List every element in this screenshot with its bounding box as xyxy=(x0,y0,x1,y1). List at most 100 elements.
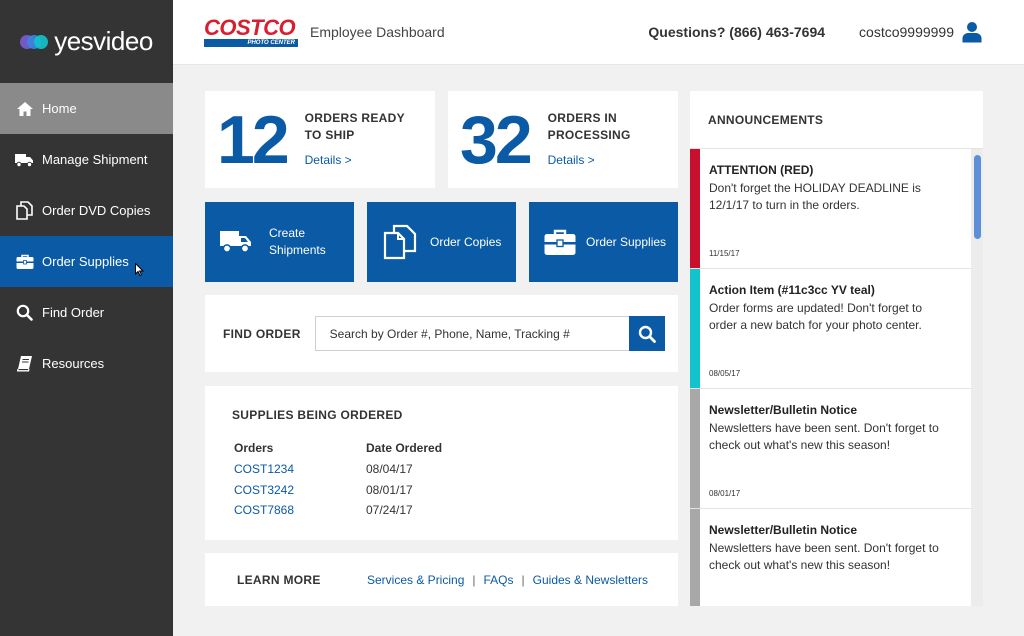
order-link[interactable]: COST7868 xyxy=(234,503,366,517)
announcement-item[interactable]: ATTENTION (RED) Don't forget the HOLIDAY… xyxy=(690,149,971,269)
search-icon xyxy=(638,325,656,343)
search-input[interactable] xyxy=(314,316,629,351)
sidebar-item-label: Order Supplies xyxy=(42,254,129,269)
table-header-row: Orders Date Ordered xyxy=(234,437,486,459)
sidebar-item-label: Resources xyxy=(42,356,105,371)
services-pricing-link[interactable]: Services & Pricing xyxy=(367,573,464,587)
orders-ready-card: 12 ORDERS READY TO SHIP Details > xyxy=(205,91,435,188)
faqs-link[interactable]: FAQs xyxy=(484,573,514,587)
home-icon xyxy=(15,100,34,118)
announcement-body: Order forms are updated! Don't forget to… xyxy=(709,301,923,332)
create-shipments-label-2: Shipments xyxy=(269,243,326,257)
costco-logo-word: COSTCO xyxy=(204,14,296,40)
guides-newsletters-link[interactable]: Guides & Newsletters xyxy=(533,573,648,587)
link-separator: | xyxy=(472,572,476,587)
table-row: COST3242 08/01/17 xyxy=(234,480,486,501)
announcements-panel: ANNOUNCEMENTS ATTENTION (RED) Don't forg… xyxy=(690,91,983,606)
toolbox-icon xyxy=(544,229,576,256)
order-date: 08/04/17 xyxy=(366,462,413,477)
sidebar-item-label: Manage Shipment xyxy=(42,152,148,167)
sidebar-item-order-dvd-copies[interactable]: Order DVD Copies xyxy=(0,185,173,236)
announcement-body: Newsletters have been sent. Don't forget… xyxy=(709,541,939,572)
copies-icon xyxy=(15,201,34,220)
costco-photo-center-logo[interactable]: COSTCO PHOTO CENTER xyxy=(204,14,298,47)
announcement-heading: Action Item (#11c3cc YV teal) xyxy=(709,283,875,297)
column-header-orders: Orders xyxy=(234,441,274,455)
learn-more-label: LEARN MORE xyxy=(237,572,321,587)
supplies-table: Orders Date Ordered COST1234 08/04/17 CO… xyxy=(234,437,486,521)
find-order-card: FIND ORDER xyxy=(205,295,678,372)
orders-processing-details-link[interactable]: Details > xyxy=(548,153,595,167)
scrollbar-thumb[interactable] xyxy=(974,155,981,239)
search-button[interactable] xyxy=(628,316,665,351)
supplies-title: SUPPLIES BEING ORDERED xyxy=(232,408,403,422)
copies-icon xyxy=(382,224,418,260)
orders-processing-card: 32 ORDERS IN PROCESSING Details > xyxy=(448,91,678,188)
announcement-item[interactable]: Newsletter/Bulletin Notice Newsletters h… xyxy=(690,509,971,606)
toolbox-icon xyxy=(15,253,34,271)
order-supplies-button[interactable]: Order Supplies xyxy=(529,202,678,282)
announcement-body: Don't forget the HOLIDAY DEADLINE is 12/… xyxy=(709,181,921,212)
mouse-cursor-icon xyxy=(135,262,145,279)
announcement-item[interactable]: Action Item (#11c3cc YV teal) Order form… xyxy=(690,269,971,389)
truck-icon xyxy=(220,229,252,255)
announcement-heading: ATTENTION (RED) xyxy=(709,163,814,177)
announcement-heading: Newsletter/Bulletin Notice xyxy=(709,403,858,417)
support-phone[interactable]: Questions? (866) 463-7694 xyxy=(648,24,825,40)
order-date: 07/24/17 xyxy=(366,503,413,518)
announcement-date: 08/01/17 xyxy=(709,489,741,498)
top-header: COSTCO PHOTO CENTER Employee Dashboard Q… xyxy=(173,0,1024,65)
announcement-body: Newsletters have been sent. Don't forget… xyxy=(709,421,939,452)
sidebar-item-find-order[interactable]: Find Order xyxy=(0,287,173,338)
orders-ready-count: 12 xyxy=(217,101,290,178)
announcement-color-bar xyxy=(690,389,700,508)
order-supplies-label: Order Supplies xyxy=(586,234,667,249)
orders-processing-count: 32 xyxy=(460,101,533,178)
logo-dots-icon xyxy=(20,32,52,52)
page-title: Employee Dashboard xyxy=(310,24,445,40)
announcement-color-bar xyxy=(690,509,700,606)
column-header-date: Date Ordered xyxy=(366,441,443,455)
sidebar-item-manage-shipment[interactable]: Manage Shipment xyxy=(0,134,173,185)
find-order-label: FIND ORDER xyxy=(223,326,301,341)
order-date: 08/01/17 xyxy=(366,482,413,497)
supplies-card: SUPPLIES BEING ORDERED Orders Date Order… xyxy=(205,386,678,540)
order-copies-button[interactable]: Order Copies xyxy=(367,202,516,282)
orders-processing-label-1: ORDERS IN xyxy=(547,111,618,125)
announcement-color-bar xyxy=(690,269,700,388)
sidebar-item-label: Home xyxy=(42,101,77,116)
learn-more-card: LEARN MORE Services & Pricing | FAQs | G… xyxy=(205,553,678,606)
announcements-title: ANNOUNCEMENTS xyxy=(690,91,983,149)
username[interactable]: costco9999999 xyxy=(859,24,954,40)
announcement-color-bar xyxy=(690,149,700,268)
user-icon[interactable] xyxy=(962,21,982,43)
order-copies-label: Order Copies xyxy=(430,234,502,249)
sidebar-item-resources[interactable]: Resources xyxy=(0,338,173,389)
sidebar: yesvideo Home Manage Shipment Order DVD … xyxy=(0,0,173,636)
search-icon xyxy=(15,304,34,322)
truck-icon xyxy=(15,151,34,169)
sidebar-item-label: Find Order xyxy=(42,305,105,320)
order-link[interactable]: COST3242 xyxy=(234,483,366,497)
announcement-item[interactable]: Newsletter/Bulletin Notice Newsletters h… xyxy=(690,389,971,509)
sidebar-item-home[interactable]: Home xyxy=(0,83,173,134)
orders-processing-label-2: PROCESSING xyxy=(547,128,631,142)
logo-text: yesvideo xyxy=(54,26,153,56)
orders-ready-label-1: ORDERS READY xyxy=(304,111,405,125)
orders-ready-label-2: TO SHIP xyxy=(304,128,355,142)
create-shipments-label-1: Create xyxy=(269,226,306,240)
table-row: COST1234 08/04/17 xyxy=(234,459,486,480)
orders-ready-details-link[interactable]: Details > xyxy=(305,153,352,167)
announcement-heading: Newsletter/Bulletin Notice xyxy=(709,523,858,537)
order-link[interactable]: COST1234 xyxy=(234,462,366,476)
announcement-date: 08/05/17 xyxy=(709,369,741,378)
costco-logo-sub: PHOTO CENTER xyxy=(204,38,298,47)
sidebar-item-label: Order DVD Copies xyxy=(42,203,151,218)
book-icon xyxy=(15,355,34,373)
announcement-date: 11/15/17 xyxy=(709,249,740,258)
yesvideo-logo[interactable]: yesvideo xyxy=(0,0,173,83)
link-separator: | xyxy=(521,572,525,587)
create-shipments-button[interactable]: Create Shipments xyxy=(205,202,354,282)
table-row: COST7868 07/24/17 xyxy=(234,500,486,521)
sidebar-item-order-supplies[interactable]: Order Supplies xyxy=(0,236,173,287)
